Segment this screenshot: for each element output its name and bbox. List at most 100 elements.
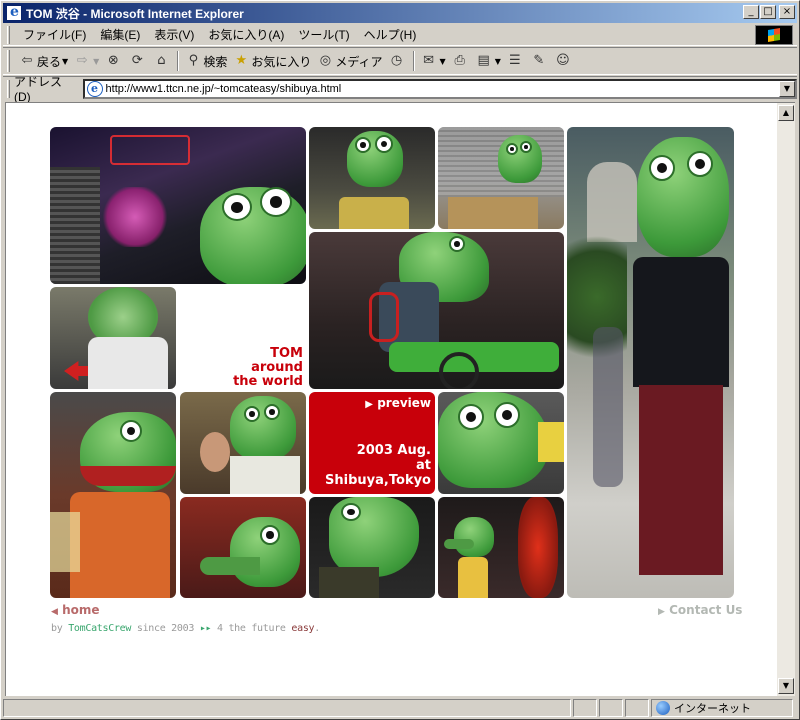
media-label: メディア xyxy=(335,54,383,69)
menu-edit[interactable]: 編集(E) xyxy=(93,24,147,45)
search-icon: ⚲ xyxy=(188,53,199,68)
messenger-button[interactable]: ☺ xyxy=(552,49,576,73)
close-button[interactable]: × xyxy=(779,5,795,19)
edit-button[interactable]: ▤ ▼ xyxy=(473,49,504,73)
research-button[interactable]: ✎ xyxy=(528,49,552,73)
menu-favorites[interactable]: お気に入り(A) xyxy=(201,24,291,45)
title-bar: TOM 渋谷 - Microsoft Internet Explorer _ □… xyxy=(3,3,797,23)
home-button[interactable]: ⌂ xyxy=(150,49,174,73)
footer-easy: easy xyxy=(291,623,315,634)
photo-croc-motorbike xyxy=(309,232,564,389)
toolbar-separator xyxy=(177,51,180,71)
back-dropdown-icon[interactable]: ▼ xyxy=(62,57,68,66)
photo-croc-back-view xyxy=(50,287,176,389)
mail-dropdown-icon[interactable]: ▼ xyxy=(440,57,446,66)
address-input[interactable] xyxy=(105,82,706,95)
mail-icon: ✉ xyxy=(423,53,434,68)
preview-date-line-2: at Shibuya,Tokyo xyxy=(325,458,431,488)
media-icon: ◎ xyxy=(319,53,332,68)
back-triangle-icon: ◀ xyxy=(51,607,58,617)
caption-line-world: the world xyxy=(233,374,303,389)
edit-icon: ▤ xyxy=(477,53,490,68)
photo-croc-street-seated xyxy=(309,127,435,229)
fast-forward-icon: ▸▸ xyxy=(199,623,212,634)
address-field[interactable]: e ▼ xyxy=(82,78,797,99)
address-dropdown-icon[interactable]: ▼ xyxy=(779,80,795,97)
vertical-scrollbar[interactable]: ▲ ▼ xyxy=(777,102,795,696)
history-icon: ◷ xyxy=(390,53,403,68)
addressbar-grip[interactable] xyxy=(7,79,10,98)
home-label: home xyxy=(62,603,100,617)
menu-bar: ファイル(F) 編集(E) 表示(V) お気に入り(A) ツール(T) ヘルプ(… xyxy=(3,24,797,46)
search-label: 検索 xyxy=(203,54,228,69)
internet-globe-icon xyxy=(656,701,670,715)
photo-croc-crowd xyxy=(180,392,306,494)
preview-panel[interactable]: ▶ preview 2003 Aug. at Shibuya,Tokyo xyxy=(309,392,435,494)
status-lock xyxy=(599,699,623,717)
window-controls: _ □ × xyxy=(742,5,795,19)
mail-button[interactable]: ✉ ▼ xyxy=(418,49,449,73)
preview-label: preview xyxy=(377,396,431,410)
photo-croc-shutter-graffiti xyxy=(438,127,564,229)
search-button[interactable]: ⚲ 検索 xyxy=(182,49,230,73)
back-label: 戻る xyxy=(37,54,62,69)
stop-icon: ⊗ xyxy=(107,53,119,68)
favorites-button[interactable]: ★ お気に入り xyxy=(230,49,314,73)
status-zone-label: インターネット xyxy=(674,703,751,715)
home-link[interactable]: ◀ home xyxy=(51,603,100,617)
minimize-button[interactable]: _ xyxy=(743,5,759,19)
status-extra xyxy=(625,699,649,717)
menu-help[interactable]: ヘルプ(H) xyxy=(357,24,424,45)
preview-link[interactable]: ▶ preview xyxy=(365,396,431,410)
windows-logo-icon xyxy=(755,25,793,45)
print-button[interactable]: ⎙ xyxy=(449,49,473,73)
menu-view[interactable]: 表示(V) xyxy=(147,24,201,45)
scroll-down-icon[interactable]: ▼ xyxy=(778,678,794,694)
toolbar-grip[interactable] xyxy=(7,50,10,72)
research-icon: ✎ xyxy=(533,53,545,68)
forward-button[interactable]: ⇨ ▼ xyxy=(71,49,102,73)
ie-app-icon[interactable] xyxy=(6,4,22,21)
back-arrow-icon: ⇦ xyxy=(21,53,33,68)
discuss-icon: ☰ xyxy=(509,53,521,68)
footer-since: since 2003 xyxy=(136,623,195,634)
footer-crew: TomCatsCrew xyxy=(68,623,132,634)
contact-label: Contact Us xyxy=(669,603,743,617)
photo-croc-night-hand xyxy=(309,497,435,598)
edit-dropdown-icon[interactable]: ▼ xyxy=(495,57,501,66)
favorites-label: お気に入り xyxy=(251,54,312,69)
home-icon: ⌂ xyxy=(157,53,166,68)
menu-file[interactable]: ファイル(F) xyxy=(16,24,93,45)
browser-window: TOM 渋谷 - Microsoft Internet Explorer _ □… xyxy=(0,0,800,720)
play-triangle-icon: ▶ xyxy=(658,607,665,617)
menu-tools[interactable]: ツール(T) xyxy=(291,24,356,45)
forward-dropdown-icon[interactable]: ▼ xyxy=(93,57,99,66)
footer-dot: . xyxy=(314,623,321,634)
stop-button[interactable]: ⊗ xyxy=(102,49,126,73)
photo-croc-standing-full xyxy=(567,127,734,598)
play-triangle-icon: ▶ xyxy=(365,399,373,410)
menubar-grip[interactable] xyxy=(7,25,10,44)
preview-date-line-1: 2003 Aug. xyxy=(356,443,431,458)
status-text xyxy=(3,699,571,717)
status-zone: インターネット xyxy=(651,699,793,717)
forward-arrow-icon: ⇨ xyxy=(76,53,88,68)
photo-croc-profile-red xyxy=(180,497,306,598)
status-progress xyxy=(573,699,597,717)
refresh-button[interactable]: ⟳ xyxy=(126,49,150,73)
back-button[interactable]: ⇦ 戻る ▼ xyxy=(16,49,71,73)
refresh-icon: ⟳ xyxy=(131,53,143,68)
tom-around-the-world-caption: TOM around the world xyxy=(181,347,303,389)
toolbar-separator xyxy=(412,51,415,71)
history-button[interactable]: ◷ xyxy=(386,49,410,73)
caption-line-around: around xyxy=(251,360,303,375)
photo-shibuya-night-building xyxy=(50,127,306,284)
address-label: アドレス(D) xyxy=(14,75,63,104)
discuss-button[interactable]: ☰ xyxy=(504,49,528,73)
photo-croc-open-mouth xyxy=(50,392,176,598)
page-content: TOM around the world ▶ preview 2003 Aug.… xyxy=(5,102,777,696)
media-button[interactable]: ◎ メディア xyxy=(314,49,385,73)
scroll-up-icon[interactable]: ▲ xyxy=(778,105,794,121)
maximize-button[interactable]: □ xyxy=(760,5,776,19)
contact-link[interactable]: ▶ Contact Us xyxy=(658,603,742,617)
